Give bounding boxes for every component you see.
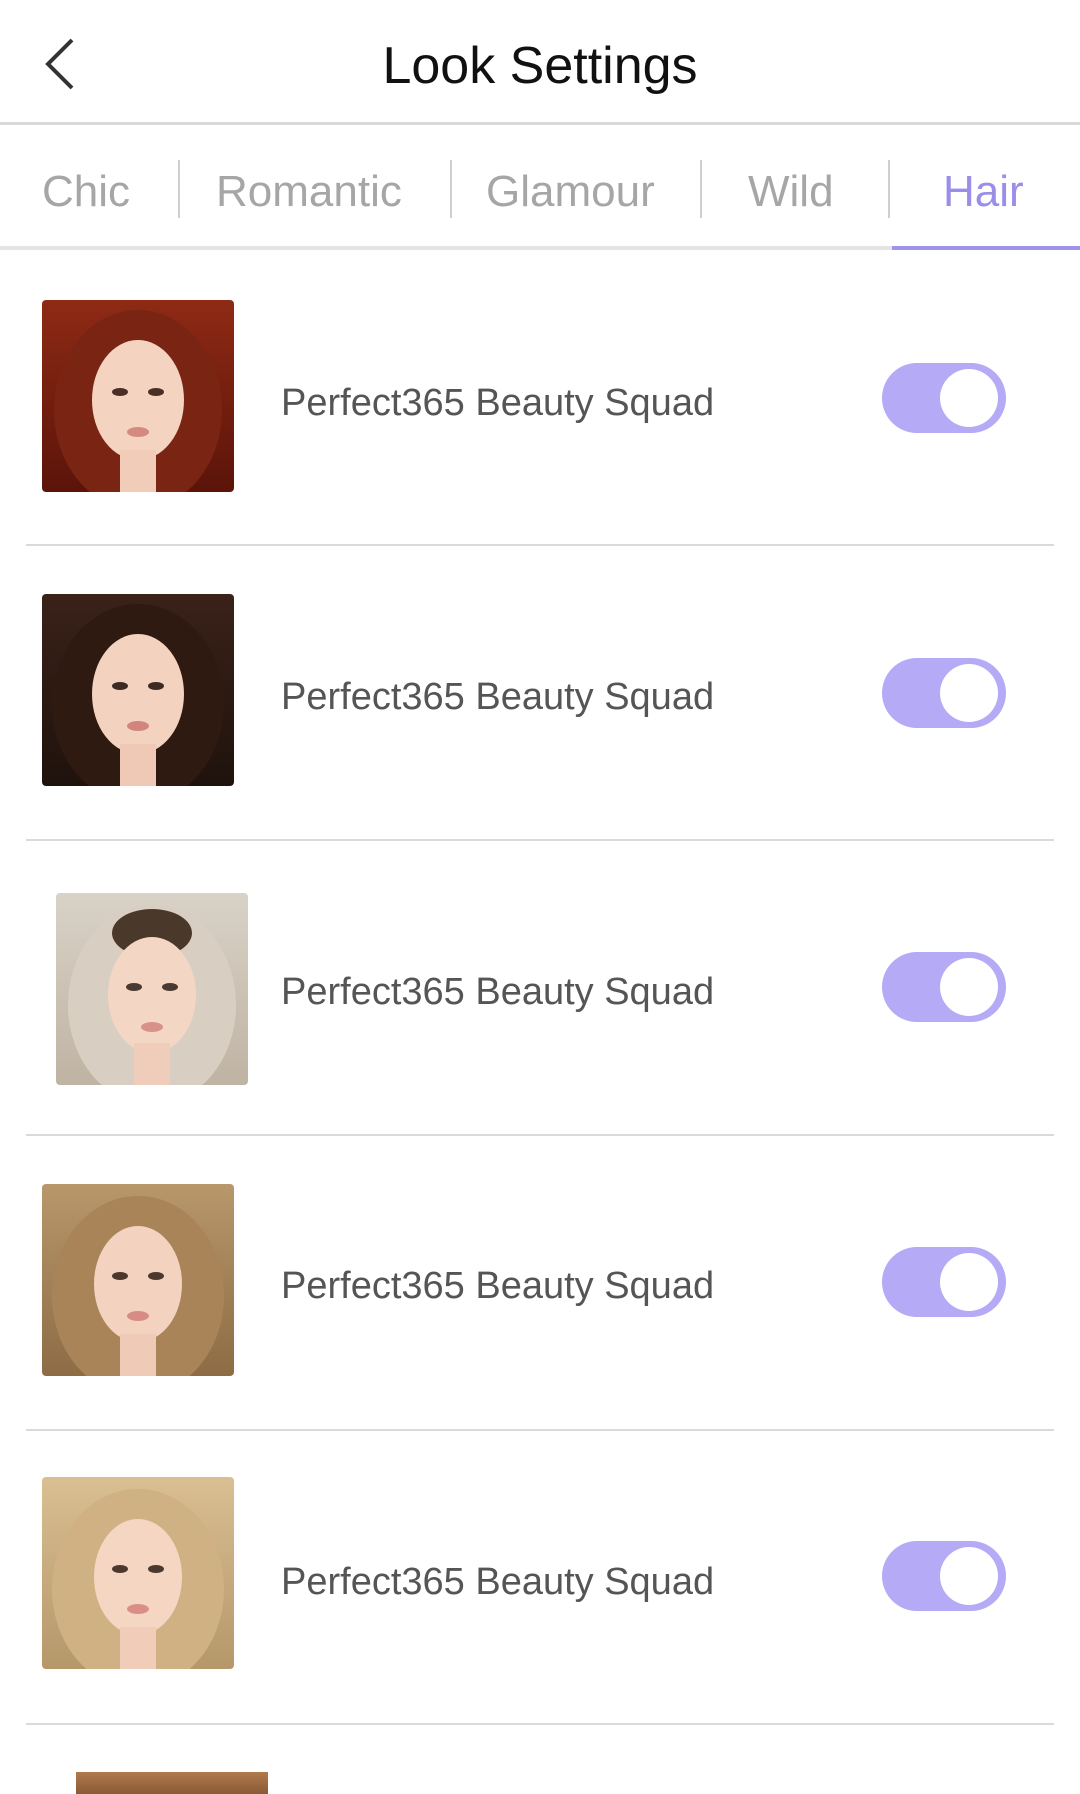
hair-look-thumbnail <box>76 1772 268 1794</box>
switch-knob <box>940 958 998 1016</box>
page-title: Look Settings <box>382 37 698 95</box>
tab-glamour[interactable]: Glamour <box>486 167 655 227</box>
list-item: Perfect365 Beauty Squad <box>0 841 1080 1136</box>
tab-separator <box>178 160 180 218</box>
tab-separator <box>700 160 702 218</box>
tab-separator <box>450 160 452 218</box>
look-toggle-switch[interactable] <box>882 952 1006 1022</box>
look-label: Perfect365 Beauty Squad <box>281 676 715 718</box>
top-app-bar: Look Settings <box>0 0 1080 122</box>
tab-hair[interactable]: Hair <box>943 167 1024 227</box>
row-divider <box>26 1723 1054 1725</box>
look-label: Perfect365 Beauty Squad <box>281 1561 715 1603</box>
switch-knob <box>940 1547 998 1605</box>
tab-chic[interactable]: Chic <box>42 167 130 227</box>
list-item: Perfect365 Beauty Squad <box>0 1431 1080 1726</box>
tab-wild[interactable]: Wild <box>748 167 834 227</box>
look-toggle-switch[interactable] <box>882 1247 1006 1317</box>
tab-romantic[interactable]: Romantic <box>216 167 402 227</box>
look-toggle-switch[interactable] <box>882 658 1006 728</box>
hair-look-thumbnail <box>42 1184 234 1376</box>
switch-knob <box>940 369 998 427</box>
look-label: Perfect365 Beauty Squad <box>281 971 715 1013</box>
look-toggle-switch[interactable] <box>882 363 1006 433</box>
switch-knob <box>940 1253 998 1311</box>
look-toggle-switch[interactable] <box>882 1541 1006 1611</box>
switch-knob <box>940 664 998 722</box>
look-category-tabs: Chic Romantic Glamour Wild Hair <box>0 125 1080 245</box>
tab-separator <box>888 160 890 218</box>
hair-look-thumbnail <box>56 893 248 1085</box>
look-label: Perfect365 Beauty Squad <box>281 1265 715 1307</box>
list-item: Perfect365 Beauty Squad <box>0 1136 1080 1431</box>
hair-look-thumbnail <box>42 594 234 786</box>
hair-look-thumbnail <box>42 300 234 492</box>
hair-look-thumbnail <box>42 1477 234 1669</box>
list-item: Perfect365 Beauty Squad <box>0 250 1080 545</box>
list-item: Perfect365 Beauty Squad <box>0 546 1080 841</box>
look-label: Perfect365 Beauty Squad <box>281 382 715 424</box>
